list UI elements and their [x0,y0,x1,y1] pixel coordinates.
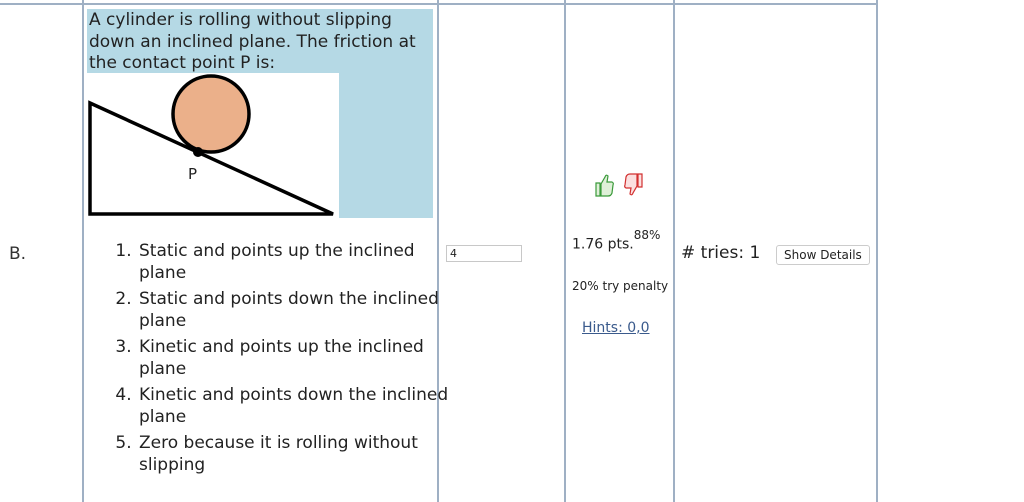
choice-item: Kinetic and points up the inclined plane [137,336,467,380]
tries-count: # tries: 1 [681,243,761,263]
table-top-border [0,3,878,5]
contact-point-label: P [188,165,197,183]
column-divider [564,0,566,502]
hints-link[interactable]: Hints: 0,0 [582,320,650,336]
try-penalty: 20% try penalty [572,279,669,293]
choice-item: Static and points down the inclined plan… [137,288,467,332]
points-value: 1.76 pts. [572,236,634,253]
answer-input[interactable] [446,245,522,262]
choice-item: Kinetic and points down the inclined pla… [137,384,467,428]
incline-diagram: P [87,73,339,218]
contact-point-marker [193,147,203,157]
thumbs-down-icon[interactable] [623,171,645,203]
answer-choices: Static and points up the inclined plane … [100,240,467,480]
column-divider [876,0,878,502]
score-percent: 88% [633,228,661,242]
column-divider [82,0,84,502]
column-divider [673,0,675,502]
thumbs-up-icon[interactable] [593,171,615,203]
question-text: A cylinder is rolling without slipping d… [89,10,416,73]
choice-item: Static and points up the inclined plane [137,240,467,284]
cylinder [171,74,251,154]
incline-diagram-svg: P [88,74,334,216]
show-details-button[interactable]: Show Details [776,245,870,265]
score-points: 1.76 pts.88% [572,228,660,253]
row-label: B. [9,244,27,264]
choice-item: Zero because it is rolling without slipp… [137,432,467,476]
